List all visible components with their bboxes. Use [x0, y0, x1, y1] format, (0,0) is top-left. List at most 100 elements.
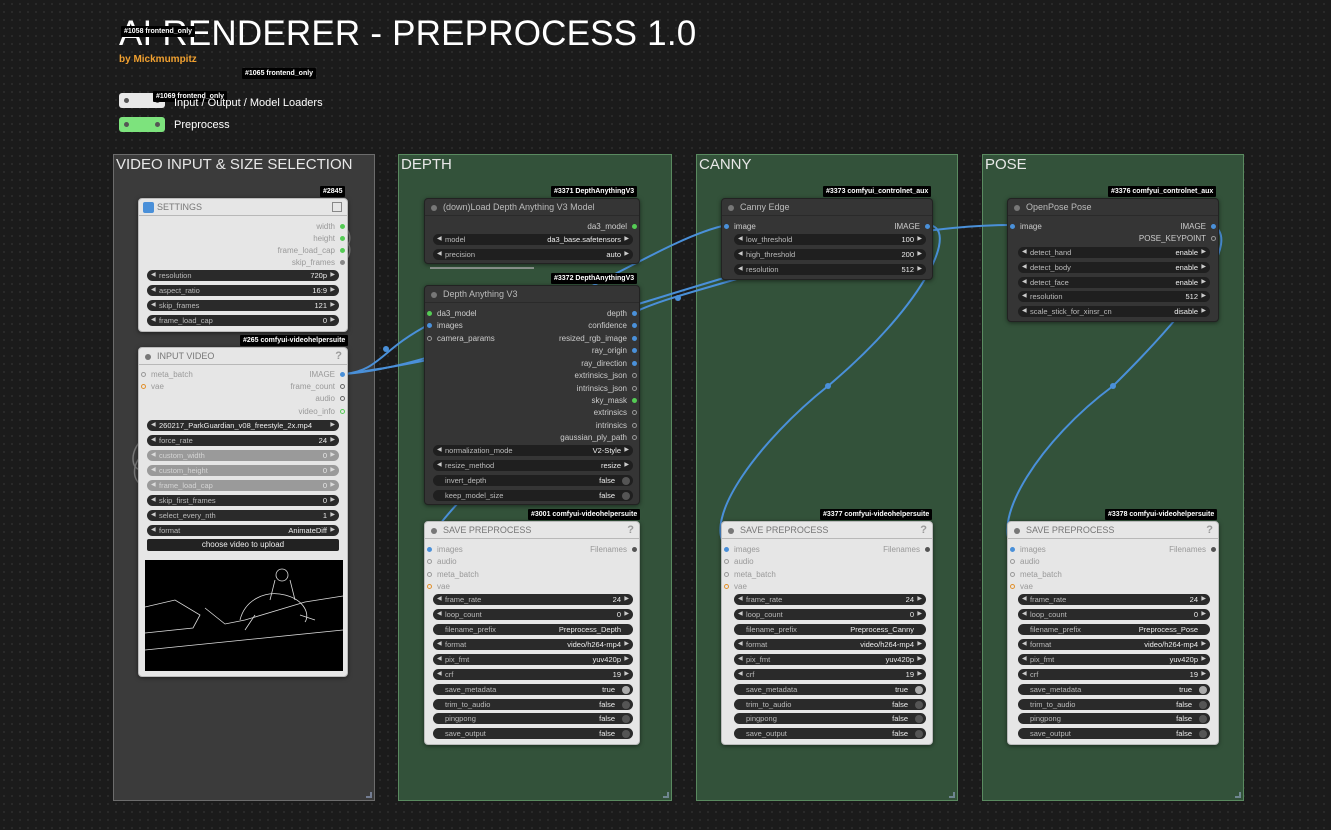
widget-high-threshold[interactable]: ◀ high_threshold 200 ▶	[734, 249, 926, 260]
help-icon[interactable]: ?	[335, 348, 342, 365]
output-slot[interactable]	[340, 248, 345, 253]
toggle-trim-to-audio[interactable]: trim_to_audio false	[1018, 699, 1210, 710]
input-slot[interactable]	[724, 572, 729, 577]
save-preprocess-canny-node[interactable]: SAVE PREPROCESS? images audio meta_batch…	[721, 521, 933, 745]
widget-crf[interactable]: ◀ crf 19 ▶	[734, 669, 926, 680]
input-slot[interactable]	[1010, 224, 1015, 229]
widget-detect-body[interactable]: ◀ detect_body enable ▶	[1018, 262, 1210, 273]
output-slot[interactable]	[632, 423, 637, 428]
widget-filename-prefix[interactable]: filename_prefix Preprocess_Depth	[433, 624, 633, 635]
output-slot[interactable]	[632, 323, 637, 328]
widget-precision[interactable]: ◀ precision auto ▶	[433, 249, 633, 260]
output-slot[interactable]	[1211, 547, 1216, 552]
output-slot[interactable]	[632, 224, 637, 229]
toggle-pingpong[interactable]: pingpong false	[433, 713, 633, 724]
output-slot[interactable]	[340, 372, 345, 377]
widget-format[interactable]: ◀ format video/h264-mp4 ▶	[1018, 639, 1210, 650]
output-slot[interactable]	[1211, 224, 1216, 229]
widget-custom-width[interactable]: ◀ custom_width 0 ▶	[147, 450, 339, 461]
input-slot[interactable]	[724, 224, 729, 229]
widget-frame-load-cap[interactable]: ◀ frame_load_cap 0 ▶	[147, 315, 339, 326]
widget-custom-height[interactable]: ◀ custom_height 0 ▶	[147, 465, 339, 476]
widget-detect-hand[interactable]: ◀ detect_hand enable ▶	[1018, 247, 1210, 258]
widget-loop-count[interactable]: ◀ loop_count 0 ▶	[1018, 609, 1210, 620]
node-header[interactable]: INPUT VIDEO?	[139, 348, 347, 365]
widget-resize-method[interactable]: ◀ resize_method resize ▶	[433, 460, 633, 471]
input-slot[interactable]	[427, 559, 432, 564]
widget-frame-rate[interactable]: ◀ frame_rate 24 ▶	[1018, 594, 1210, 605]
output-slot[interactable]	[632, 336, 637, 341]
widget-frame-rate[interactable]: ◀ frame_rate 24 ▶	[433, 594, 633, 605]
input-slot[interactable]	[427, 572, 432, 577]
widget-format[interactable]: ◀ format video/h264-mp4 ▶	[433, 639, 633, 650]
toggle-trim-to-audio[interactable]: trim_to_audio false	[433, 699, 633, 710]
widget-select-every-nth[interactable]: ◀ select_every_nth 1 ▶	[147, 510, 339, 521]
toggle-save-output[interactable]: save_output false	[433, 728, 633, 739]
save-preprocess-depth-node[interactable]: SAVE PREPROCESS? images audio meta_batch…	[424, 521, 640, 745]
output-slot[interactable]	[340, 384, 345, 389]
widget-frame-rate[interactable]: ◀ frame_rate 24 ▶	[734, 594, 926, 605]
toggle-trim-to-audio[interactable]: trim_to_audio false	[734, 699, 926, 710]
widget-skip-first-frames[interactable]: ◀ skip_first_frames 0 ▶	[147, 495, 339, 506]
node-header[interactable]: SAVE PREPROCESS?	[1008, 522, 1218, 539]
widget-resolution[interactable]: ◀ resolution 720p ▶	[147, 270, 339, 281]
input-slot[interactable]	[724, 584, 729, 589]
input-slot[interactable]	[724, 547, 729, 552]
widget-force-rate[interactable]: ◀ force_rate 24 ▶	[147, 435, 339, 446]
output-slot[interactable]	[632, 386, 637, 391]
widget-crf[interactable]: ◀ crf 19 ▶	[1018, 669, 1210, 680]
help-icon[interactable]: ?	[627, 522, 634, 539]
input-slot[interactable]	[1010, 547, 1015, 552]
widget-normalization-mode[interactable]: ◀ normalization_mode V2-Style ▶	[433, 445, 633, 456]
input-slot[interactable]	[427, 547, 432, 552]
widget-loop-count[interactable]: ◀ loop_count 0 ▶	[433, 609, 633, 620]
widget-low-threshold[interactable]: ◀ low_threshold 100 ▶	[734, 234, 926, 245]
widget-filename-prefix[interactable]: filename_prefix Preprocess_Pose	[1018, 624, 1210, 635]
input-slot[interactable]	[1010, 559, 1015, 564]
widget-frame-load-cap[interactable]: ◀ frame_load_cap 0 ▶	[147, 480, 339, 491]
output-slot[interactable]	[925, 547, 930, 552]
output-slot[interactable]	[632, 435, 637, 440]
widget-skip-frames[interactable]: ◀ skip_frames 121 ▶	[147, 300, 339, 311]
settings-node[interactable]: SETTINGS width height frame_load_cap ski…	[138, 198, 348, 332]
widget-crf[interactable]: ◀ crf 19 ▶	[433, 669, 633, 680]
widget-filename-prefix[interactable]: filename_prefix Preprocess_Canny	[734, 624, 926, 635]
widget-format[interactable]: ◀ format video/h264-mp4 ▶	[734, 639, 926, 650]
load-depth-model-node[interactable]: (down)Load Depth Anything V3 Model da3_m…	[424, 198, 640, 264]
output-slot[interactable]	[340, 236, 345, 241]
toggle-save-output[interactable]: save_output false	[1018, 728, 1210, 739]
node-header[interactable]: Canny Edge	[722, 199, 932, 216]
widget-format[interactable]: ◀ format AnimateDiff ▶	[147, 525, 339, 536]
input-slot[interactable]	[427, 311, 432, 316]
depth-anything-node[interactable]: Depth Anything V3 da3_model images camer…	[424, 285, 640, 505]
toggle-invert-depth[interactable]: invert_depth false	[433, 475, 633, 486]
output-slot[interactable]	[632, 348, 637, 353]
input-slot[interactable]	[427, 584, 432, 589]
toggle-save-metadata[interactable]: save_metadata true	[1018, 684, 1210, 695]
input-slot[interactable]	[427, 323, 432, 328]
toggle-pingpong[interactable]: pingpong false	[734, 713, 926, 724]
node-header[interactable]: Depth Anything V3	[425, 286, 639, 303]
node-header[interactable]: SAVE PREPROCESS?	[722, 522, 932, 539]
output-slot[interactable]	[632, 398, 637, 403]
node-header[interactable]: OpenPose Pose	[1008, 199, 1218, 216]
save-preprocess-pose-node[interactable]: SAVE PREPROCESS? images audio meta_batch…	[1007, 521, 1219, 745]
widget-scale-stick[interactable]: ◀ scale_stick_for_xinsr_cn disable ▶	[1018, 306, 1210, 317]
widget-resolution[interactable]: ◀ resolution 512 ▶	[1018, 291, 1210, 302]
expand-icon[interactable]	[332, 202, 342, 212]
output-slot[interactable]	[340, 409, 345, 414]
help-icon[interactable]: ?	[1206, 522, 1213, 539]
input-slot[interactable]	[1010, 584, 1015, 589]
output-slot[interactable]	[340, 224, 345, 229]
input-slot[interactable]	[141, 372, 146, 377]
output-slot[interactable]	[925, 224, 930, 229]
input-slot[interactable]	[141, 384, 146, 389]
output-slot[interactable]	[1211, 236, 1216, 241]
output-slot[interactable]	[340, 396, 345, 401]
widget-video-file[interactable]: ◀ 260217_ParkGuardian_v08_freestyle_2x.mp…	[147, 420, 339, 431]
widget-pix-fmt[interactable]: ◀ pix_fmt yuv420p ▶	[1018, 654, 1210, 665]
widget-model[interactable]: ◀ model da3_base.safetensors ▶	[433, 234, 633, 245]
input-slot[interactable]	[724, 559, 729, 564]
node-header[interactable]: (down)Load Depth Anything V3 Model	[425, 199, 639, 216]
node-header[interactable]: SETTINGS	[139, 199, 347, 216]
